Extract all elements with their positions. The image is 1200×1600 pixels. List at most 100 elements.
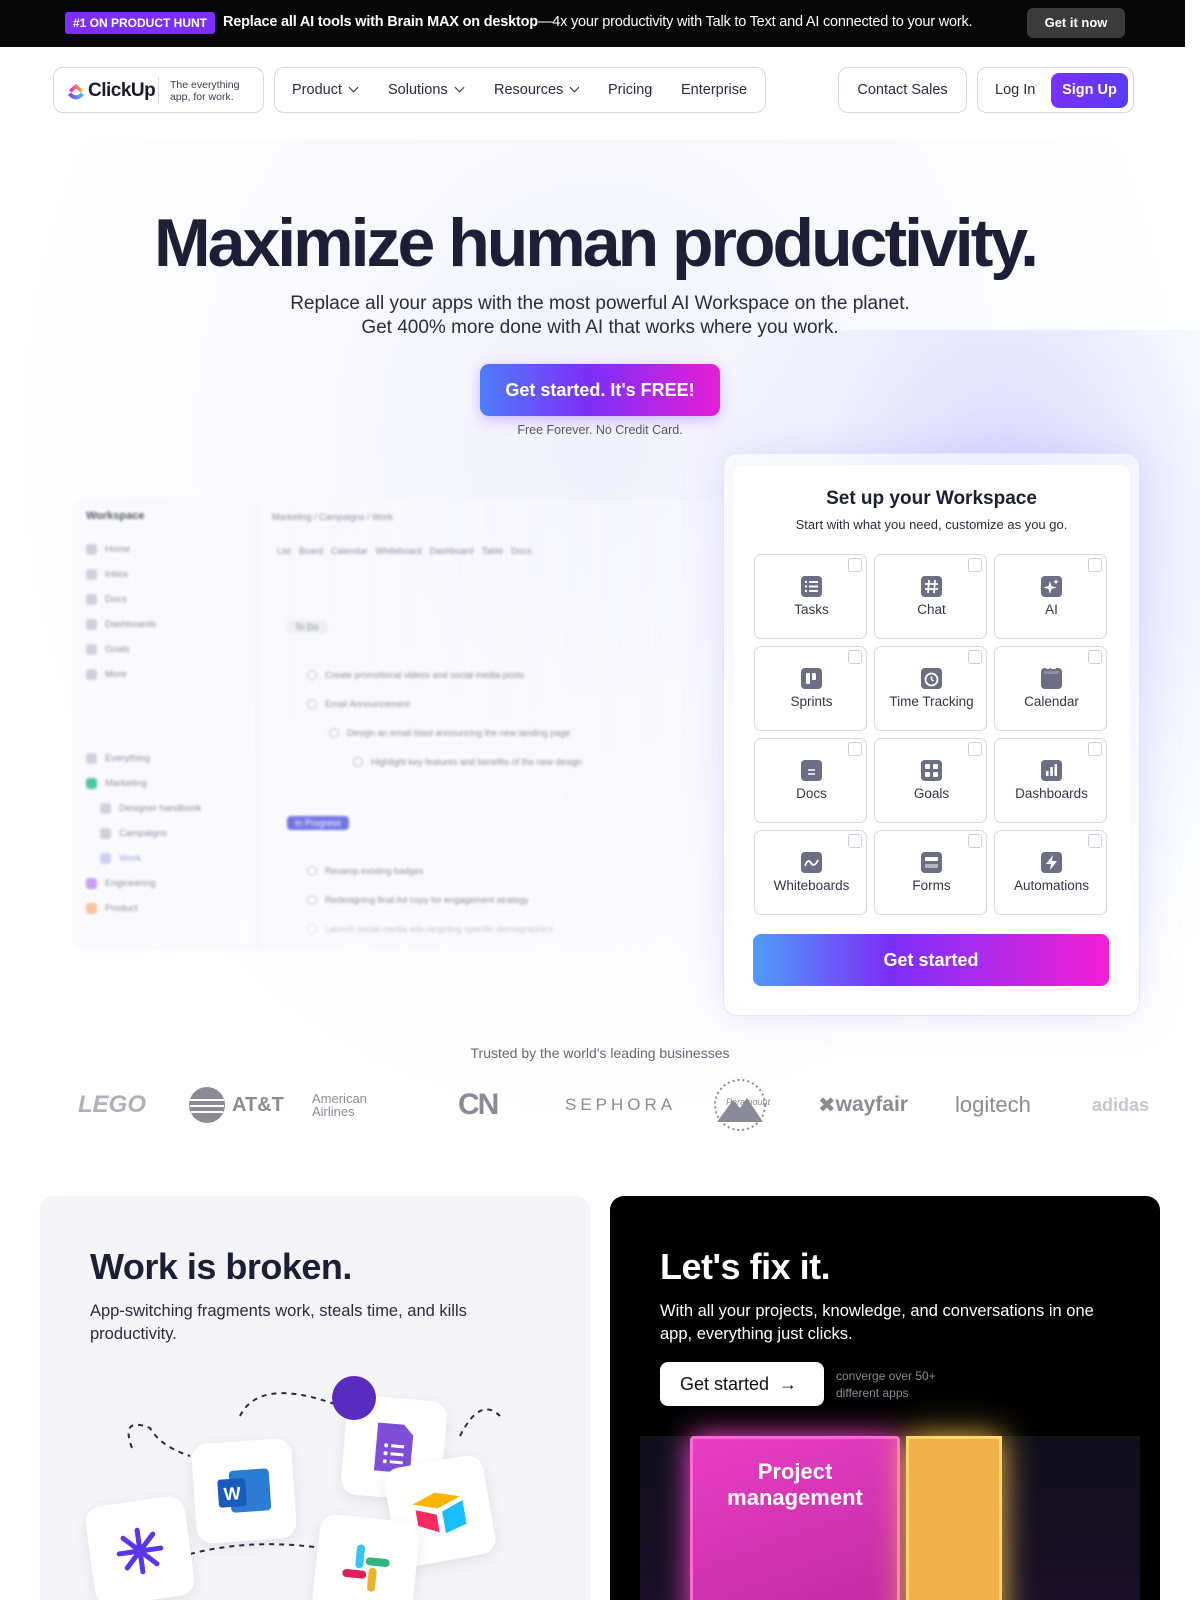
nav-pricing[interactable]: Pricing xyxy=(608,82,652,98)
tile-checkbox[interactable] xyxy=(968,558,982,572)
promo-banner: #1 ON PRODUCT HUNT Replace all AI tools … xyxy=(0,0,1185,47)
product-hunt-badge: #1 ON PRODUCT HUNT xyxy=(65,12,216,34)
fix-button-label: Get started xyxy=(680,1374,770,1394)
preview-group-label: In Progress xyxy=(287,816,350,830)
preview-nav-label: More xyxy=(105,669,127,680)
preview-group-label: To Do xyxy=(287,620,327,634)
hero-subline-1: Replace all your apps with the most powe… xyxy=(290,293,910,314)
banner-message: Replace all AI tools with Brain MAX on d… xyxy=(223,14,973,30)
fix-text: With all your projects, knowledge, and c… xyxy=(660,1302,1094,1343)
tile-dashboards[interactable]: Dashboards xyxy=(994,738,1107,823)
hero-cta-button[interactable]: Get started. It's FREE! xyxy=(480,364,720,416)
preview-nav-label: Home xyxy=(105,544,131,555)
tile-checkbox[interactable] xyxy=(848,742,862,756)
preview-nav-item: Goals xyxy=(86,644,130,655)
setup-get-started-button[interactable]: Get started xyxy=(753,934,1109,986)
preview-nav-item: More xyxy=(86,669,127,680)
preview-task-label: Email Announcement xyxy=(325,699,411,709)
tile-checkbox[interactable] xyxy=(1088,834,1102,848)
trusted-heading: Trusted by the world's leading businesse… xyxy=(470,1045,730,1061)
tile-checkbox[interactable] xyxy=(968,834,982,848)
svg-text:W: W xyxy=(223,1483,241,1504)
chat-icon xyxy=(921,576,942,597)
tile-calendar[interactable]: Calendar xyxy=(994,646,1107,731)
nav-product[interactable]: Product xyxy=(292,82,359,98)
tile-tasks[interactable]: Tasks xyxy=(754,554,867,639)
tile-sprints[interactable]: Sprints xyxy=(754,646,867,731)
clickup-logo-icon xyxy=(68,84,84,100)
preview-task-label: Launch social media ads targeting specif… xyxy=(325,924,554,934)
tile-checkbox[interactable] xyxy=(848,650,862,664)
tile-checkbox[interactable] xyxy=(1088,558,1102,572)
space-icon xyxy=(86,903,97,914)
main-nav: Product Solutions Resources Pricing Ente… xyxy=(274,67,766,113)
contact-sales-button[interactable]: Contact Sales xyxy=(838,67,967,113)
nav-solutions[interactable]: Solutions xyxy=(388,82,465,98)
tile-forms[interactable]: Forms xyxy=(874,830,987,915)
login-link[interactable]: Log In xyxy=(995,82,1035,98)
preview-space-item: Product xyxy=(86,903,138,914)
fix-note: converge over 50+ different apps xyxy=(836,1369,936,1400)
preview-space-item: Engineering xyxy=(86,878,156,889)
fix-get-started-button[interactable]: Get started → xyxy=(660,1362,824,1406)
preview-task-label: Design an email blast announcing the new… xyxy=(347,728,571,738)
chevron-down-icon xyxy=(348,82,359,93)
broken-text: App-switching fragments work, steals tim… xyxy=(90,1302,467,1343)
tile-checkbox[interactable] xyxy=(968,650,982,664)
get-it-now-button[interactable]: Get it now xyxy=(1027,8,1125,38)
task-status-icon xyxy=(307,699,317,709)
star-icon xyxy=(86,753,97,764)
preview-space-item: Marketing xyxy=(86,778,147,789)
wayfair-logo: ✖ wayfair xyxy=(818,1080,908,1130)
tile-ai[interactable]: AI xyxy=(994,554,1107,639)
tile-label: Chat xyxy=(917,602,946,617)
slack-icon xyxy=(342,1544,390,1592)
nav-resources-label: Resources xyxy=(494,82,564,98)
preview-space-item: Everything xyxy=(86,753,150,764)
tile-chat[interactable]: Chat xyxy=(874,554,987,639)
tile-label: Tasks xyxy=(794,602,829,617)
tile-checkbox[interactable] xyxy=(1088,650,1102,664)
hero-headline: Maximize human productivity. xyxy=(153,205,1039,281)
lego-logo: LEGO xyxy=(78,1091,147,1118)
tile-checkbox[interactable] xyxy=(848,834,862,848)
preview-space-item: Campaigns xyxy=(100,828,167,839)
nav-enterprise[interactable]: Enterprise xyxy=(681,82,747,98)
chevron-down-icon xyxy=(454,82,465,93)
tile-label: Docs xyxy=(796,786,827,801)
tile-checkbox[interactable] xyxy=(968,742,982,756)
folder-icon xyxy=(100,828,111,839)
banner-light: —4x your productivity with Talk to Text … xyxy=(537,14,973,30)
list-icon xyxy=(100,853,111,864)
preview-view-tabs: List Board Calendar Whiteboard Dashboard… xyxy=(277,546,532,556)
preview-task-label: Create promotional videos and social med… xyxy=(325,670,525,680)
tile-time-tracking[interactable]: Time Tracking xyxy=(874,646,987,731)
preview-group-progress: In Progress xyxy=(287,816,350,830)
tile-checkbox[interactable] xyxy=(848,558,862,572)
space-icon xyxy=(86,778,97,789)
preview-group-todo: To Do xyxy=(287,620,327,634)
tile-label: Sprints xyxy=(790,694,833,709)
preview-nav-item: Inbox xyxy=(86,569,128,580)
signup-button[interactable]: Sign Up xyxy=(1051,73,1128,108)
preview-space-label: Everything xyxy=(105,753,150,764)
preview-nav-label: Docs xyxy=(105,594,127,605)
task-status-icon xyxy=(307,866,317,876)
preview-task-row: Redesigning final Ad copy for engagement… xyxy=(307,895,529,905)
nav-resources[interactable]: Resources xyxy=(494,82,580,98)
asterisk-app-card xyxy=(83,1494,197,1600)
goals-icon xyxy=(921,760,942,781)
tile-whiteboards[interactable]: Whiteboards xyxy=(754,830,867,915)
preview-nav-item: Docs xyxy=(86,594,127,605)
arrow-right-icon: → xyxy=(779,1374,798,1394)
brand-logo[interactable]: ClickUp The everything app, for work. xyxy=(53,67,264,113)
preview-view-tab: Table xyxy=(481,546,504,556)
nav-solutions-label: Solutions xyxy=(388,82,448,98)
tile-docs[interactable]: Docs xyxy=(754,738,867,823)
tile-automations[interactable]: Automations xyxy=(994,830,1107,915)
home-icon xyxy=(86,544,97,555)
task-status-icon xyxy=(329,728,339,738)
tile-goals[interactable]: Goals xyxy=(874,738,987,823)
tile-checkbox[interactable] xyxy=(1088,742,1102,756)
preview-task-row: Revamp existing badges xyxy=(307,866,424,876)
